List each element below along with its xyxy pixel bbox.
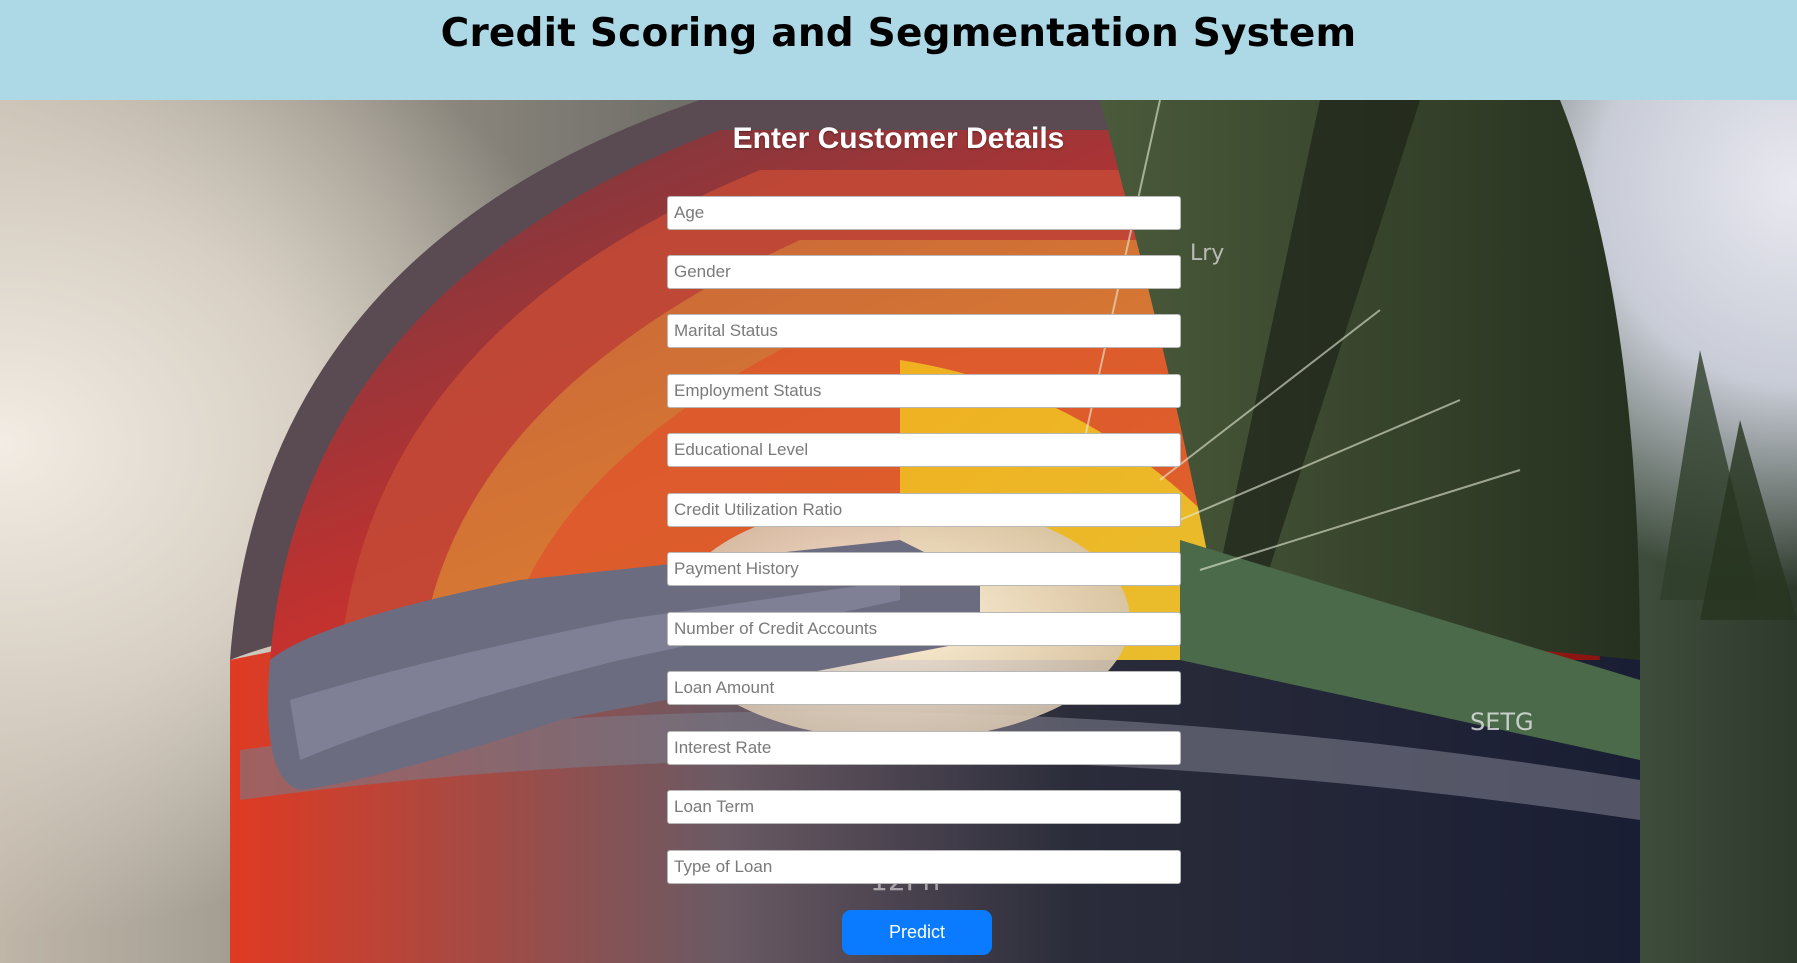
predict-button[interactable]: Predict bbox=[842, 910, 992, 955]
customer-form: Enter Customer Details Predict bbox=[0, 100, 1797, 963]
page-title: Credit Scoring and Segmentation System bbox=[440, 10, 1357, 56]
interest-rate-input[interactable] bbox=[667, 731, 1181, 765]
form-title: Enter Customer Details bbox=[732, 122, 1065, 155]
loan-term-input[interactable] bbox=[667, 790, 1181, 824]
gender-input[interactable] bbox=[667, 255, 1181, 289]
type-of-loan-input[interactable] bbox=[667, 850, 1181, 884]
payment-history-input[interactable] bbox=[667, 552, 1181, 586]
credit-utilization-ratio-input[interactable] bbox=[667, 493, 1181, 527]
educational-level-input[interactable] bbox=[667, 433, 1181, 467]
age-input[interactable] bbox=[667, 196, 1181, 230]
marital-status-input[interactable] bbox=[667, 314, 1181, 348]
loan-amount-input[interactable] bbox=[667, 671, 1181, 705]
number-of-credit-accounts-input[interactable] bbox=[667, 612, 1181, 646]
page-header: Credit Scoring and Segmentation System bbox=[0, 0, 1797, 100]
employment-status-input[interactable] bbox=[667, 374, 1181, 408]
